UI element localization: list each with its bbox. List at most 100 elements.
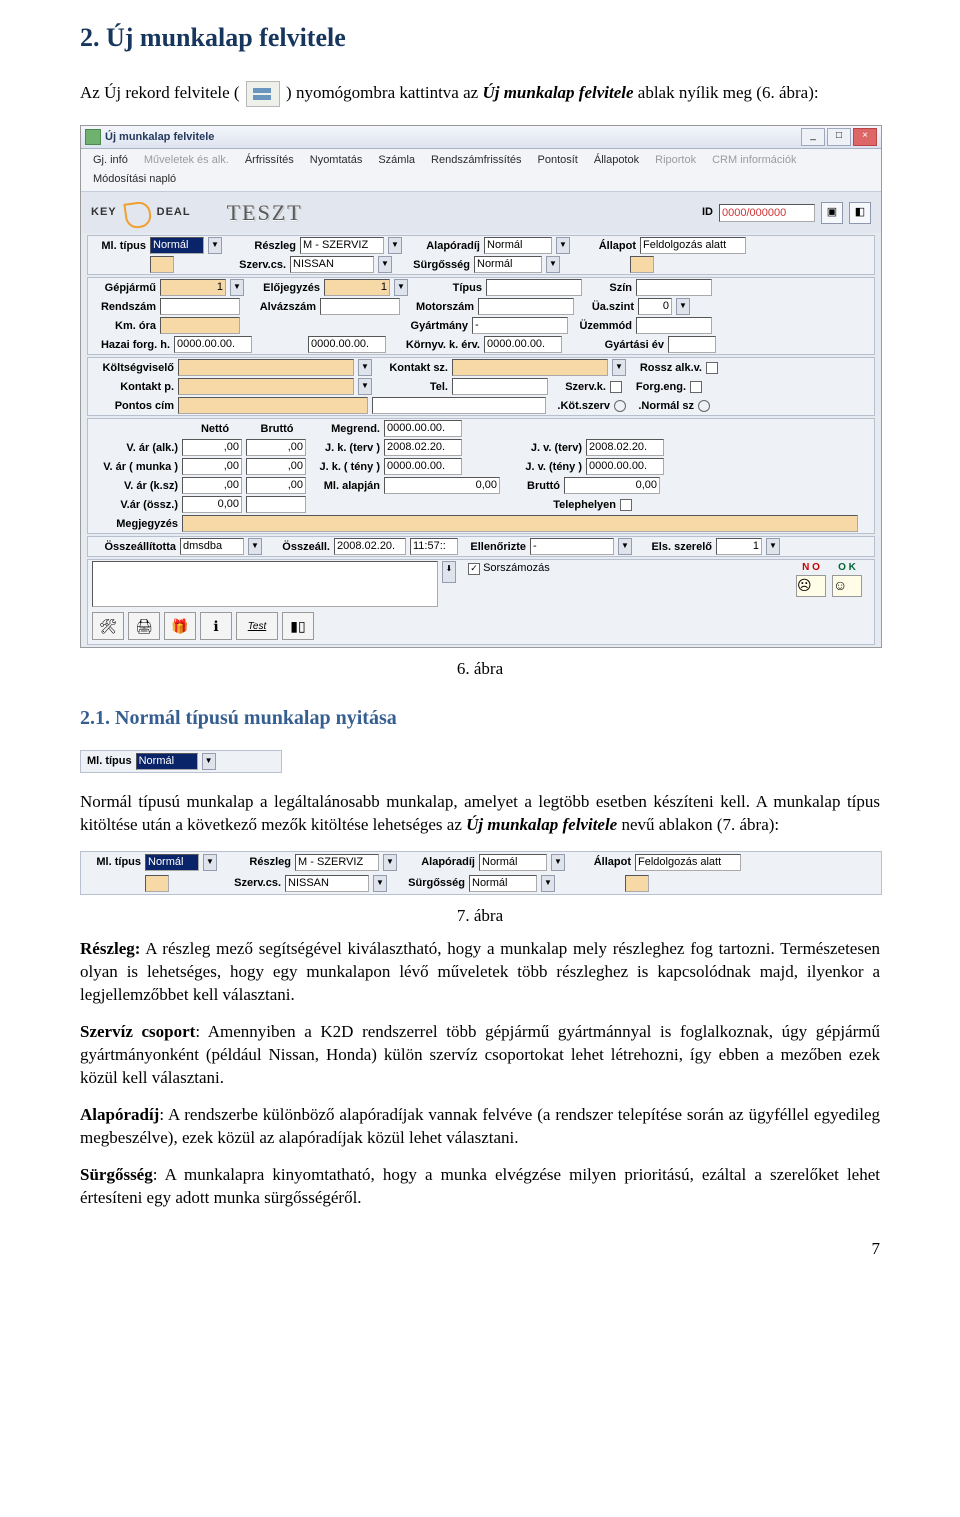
- fld-km[interactable]: [160, 317, 240, 334]
- s-fld-szervcs[interactable]: NISSAN: [285, 875, 369, 892]
- dd-mltipus[interactable]: ▼: [208, 237, 222, 254]
- fld-gepjarmu[interactable]: 1: [160, 279, 226, 296]
- fld-megrend[interactable]: 0000.00.00.: [384, 420, 462, 437]
- btn-ok[interactable]: ☺: [832, 575, 862, 597]
- fld-uaszint[interactable]: 0: [638, 298, 672, 315]
- menu-item[interactable]: Műveletek és alk.: [136, 151, 237, 170]
- s-fld-surg[interactable]: Normál: [469, 875, 537, 892]
- btn-elojegy[interactable]: ▼: [394, 279, 408, 296]
- minimize-button[interactable]: _: [801, 128, 825, 146]
- close-button[interactable]: ×: [853, 128, 877, 146]
- dd-reszleg[interactable]: ▼: [388, 237, 402, 254]
- chk-sorsz[interactable]: ✓: [468, 563, 480, 575]
- menu-item[interactable]: Rendszámfrissítés: [423, 151, 529, 170]
- fld-hazai[interactable]: 0000.00.00.: [174, 336, 252, 353]
- snip-fld[interactable]: Normál: [136, 753, 198, 770]
- menu-item[interactable]: CRM információk: [704, 151, 804, 170]
- tb-tools-icon[interactable]: 🛠: [92, 612, 124, 640]
- menu-item[interactable]: Pontosít: [530, 151, 586, 170]
- radio-kotsz[interactable]: [614, 400, 626, 412]
- fld-kp[interactable]: [178, 378, 354, 395]
- fld-tel[interactable]: [452, 378, 548, 395]
- fld-tipus[interactable]: [486, 279, 582, 296]
- chk-telep[interactable]: [620, 499, 632, 511]
- dd-ellen[interactable]: ▼: [618, 538, 632, 555]
- tb-info-icon[interactable]: ℹ: [200, 612, 232, 640]
- maximize-button[interactable]: □: [827, 128, 851, 146]
- s-extra1[interactable]: [145, 875, 169, 892]
- fld-rendszam[interactable]: [160, 298, 240, 315]
- fld-mltipus[interactable]: Normál: [150, 237, 204, 254]
- btn-ksz[interactable]: ▼: [612, 359, 626, 376]
- fld-kviselo[interactable]: [178, 359, 354, 376]
- tb-test-button[interactable]: Test: [236, 612, 278, 640]
- menu-item[interactable]: Riportok: [647, 151, 704, 170]
- dd-ossze[interactable]: ▼: [248, 538, 262, 555]
- fld-list[interactable]: [92, 561, 438, 607]
- snip-dd[interactable]: ▼: [202, 753, 216, 770]
- chk-szervk[interactable]: [610, 381, 622, 393]
- fld-uzem[interactable]: [636, 317, 712, 334]
- s-dd-mltipus[interactable]: ▼: [203, 854, 217, 871]
- fld-szervcs[interactable]: NISSAN: [290, 256, 374, 273]
- s-fld-mltipus[interactable]: Normál: [145, 854, 199, 871]
- chk-forg[interactable]: [690, 381, 702, 393]
- fld-ellen[interactable]: -: [530, 538, 614, 555]
- id-button-1[interactable]: ▣: [821, 202, 843, 224]
- tb-gift-icon[interactable]: 🎁: [164, 612, 196, 640]
- fld-pontos[interactable]: [178, 397, 368, 414]
- btn-no[interactable]: ☹: [796, 575, 826, 597]
- fld-pontos2[interactable]: [372, 397, 546, 414]
- lbl-megrend: Megrend.: [310, 422, 380, 437]
- s-fld-alap[interactable]: Normál: [479, 854, 547, 871]
- id-button-2[interactable]: ◧: [849, 202, 871, 224]
- fld-gyev[interactable]: [668, 336, 716, 353]
- id-field[interactable]: [719, 204, 815, 222]
- btn-kp[interactable]: ▼: [358, 378, 372, 395]
- dd-alap[interactable]: ▼: [556, 237, 570, 254]
- btn-kviselo[interactable]: ▼: [358, 359, 372, 376]
- fld-hazai2[interactable]: 0000.00.00.: [308, 336, 386, 353]
- fld-ossze[interactable]: dmsdba: [180, 538, 244, 555]
- fld-jkteny[interactable]: 0000.00.00.: [384, 458, 462, 475]
- fld-megj[interactable]: [182, 515, 858, 532]
- fld-jkterv[interactable]: 2008.02.20.: [384, 439, 462, 456]
- radio-normsz[interactable]: [698, 400, 710, 412]
- btn-gepjarmu[interactable]: ▼: [230, 279, 244, 296]
- menu-item[interactable]: Számla: [370, 151, 423, 170]
- s-fld-reszleg[interactable]: M - SZERVIZ: [295, 854, 379, 871]
- menu-item[interactable]: Nyomtatás: [302, 151, 371, 170]
- fld-alap[interactable]: Normál: [484, 237, 552, 254]
- menu-item[interactable]: Árfrissítés: [237, 151, 302, 170]
- fld-alvaz[interactable]: [320, 298, 400, 315]
- fld-motor[interactable]: [478, 298, 574, 315]
- fld-jvteny[interactable]: 0000.00.00.: [586, 458, 664, 475]
- btn-list-down[interactable]: ⬇: [442, 561, 456, 583]
- fld-szin[interactable]: [636, 279, 712, 296]
- fld-elojegy[interactable]: 1: [324, 279, 390, 296]
- lbl-ok: O K: [832, 561, 862, 575]
- fld-ksz[interactable]: [452, 359, 608, 376]
- s-dd-surg[interactable]: ▼: [541, 875, 555, 892]
- s-dd-reszleg[interactable]: ▼: [383, 854, 397, 871]
- dd-szerelo[interactable]: ▼: [766, 538, 780, 555]
- fld-surg[interactable]: Normál: [474, 256, 542, 273]
- dd-surg[interactable]: ▼: [546, 256, 560, 273]
- fld-allapot-extra[interactable]: [630, 256, 654, 273]
- fld-kornyv[interactable]: 0000.00.00.: [484, 336, 562, 353]
- dd-uaszint[interactable]: ▼: [676, 298, 690, 315]
- dd-szervcs[interactable]: ▼: [378, 256, 392, 273]
- fld-mltipus-extra[interactable]: [150, 256, 174, 273]
- s-dd-szervcs[interactable]: ▼: [373, 875, 387, 892]
- menu-item[interactable]: Módosítási napló: [85, 170, 184, 189]
- fld-jvterv[interactable]: 2008.02.20.: [586, 439, 664, 456]
- chk-rossz[interactable]: [706, 362, 718, 374]
- fld-reszleg[interactable]: M - SZERVIZ: [300, 237, 384, 254]
- s-dd-alap[interactable]: ▼: [551, 854, 565, 871]
- tb-barcode-icon[interactable]: ▮▯: [282, 612, 314, 640]
- tb-print-icon[interactable]: 🖨: [128, 612, 160, 640]
- fld-szerelo[interactable]: 1: [716, 538, 762, 555]
- menu-item[interactable]: Állapotok: [586, 151, 647, 170]
- s-extra2[interactable]: [625, 875, 649, 892]
- menu-item[interactable]: Gj. infó: [85, 151, 136, 170]
